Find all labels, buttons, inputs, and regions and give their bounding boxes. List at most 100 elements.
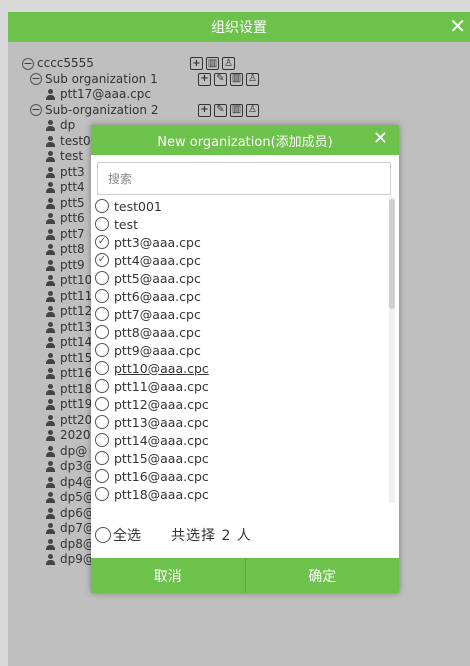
list-item[interactable]: test: [95, 215, 395, 233]
person-icon: [46, 197, 55, 209]
tree-label: dp5@: [60, 490, 95, 504]
person-icon: [46, 182, 55, 194]
list-item[interactable]: ptt9@aaa.cpc: [95, 341, 395, 359]
add-icon[interactable]: +: [198, 72, 211, 86]
confirm-button[interactable]: 确定: [244, 558, 399, 593]
list-item[interactable]: test001: [95, 197, 395, 215]
radio-icon[interactable]: [95, 379, 109, 393]
cancel-button[interactable]: 取消: [91, 558, 245, 593]
tree-org-row[interactable]: − cccc5555 + ▥ ♙: [22, 56, 235, 72]
list-item[interactable]: ptt12@aaa.cpc: [95, 395, 395, 413]
member-icon[interactable]: ♙: [222, 57, 235, 71]
radio-icon[interactable]: [95, 469, 109, 483]
tree-user-row[interactable]: ptt17@aaa.cpc: [22, 87, 158, 103]
dialog-footer: 取消 确定: [91, 558, 399, 593]
tree-label: ptt7: [60, 226, 85, 241]
radio-icon[interactable]: [95, 415, 109, 429]
tree-label: cccc5555: [37, 56, 94, 70]
list-item[interactable]: ptt13@aaa.cpc: [95, 413, 395, 431]
member-icon[interactable]: ♙: [246, 103, 259, 117]
list-item[interactable]: ✓ ptt3@aaa.cpc: [95, 233, 395, 251]
person-icon: [46, 259, 55, 271]
scrollbar-thumb[interactable]: [389, 199, 395, 309]
list-item-label: ptt16@aaa.cpc: [114, 468, 209, 484]
list-item[interactable]: ptt11@aaa.cpc: [95, 377, 395, 395]
person-icon: [46, 151, 55, 163]
tree-label: dp@: [60, 443, 88, 458]
collapse-icon[interactable]: −: [22, 57, 34, 70]
list-item[interactable]: ptt15@aaa.cpc: [95, 449, 395, 467]
radio-icon[interactable]: [95, 361, 109, 375]
list-item[interactable]: ptt16@aaa.cpc: [95, 467, 395, 485]
checked-radio-icon[interactable]: ✓: [95, 235, 109, 249]
list-item[interactable]: ptt8@aaa.cpc: [95, 323, 395, 341]
list-item-label: ptt3@aaa.cpc: [114, 234, 201, 250]
tree-label: ptt8: [60, 242, 85, 256]
person-icon: [46, 89, 55, 101]
person-icon: [46, 275, 55, 287]
list-item-label: test001: [114, 198, 162, 214]
close-icon[interactable]: ✕: [449, 15, 466, 37]
add-member-dialog: New organization(添加成员) ✕ test001 test ✓ ptt…: [91, 125, 399, 593]
list-item-label: ptt14@aaa.cpc: [114, 432, 209, 448]
radio-icon[interactable]: [95, 217, 109, 231]
tree-label: ptt4: [60, 180, 85, 194]
tree-label: ptt19: [60, 397, 93, 411]
list-item-label: ptt11@aaa.cpc: [114, 378, 209, 394]
tree-label: ptt10: [60, 273, 93, 287]
delete-icon[interactable]: ▥: [230, 72, 243, 86]
select-all-radio[interactable]: [95, 527, 111, 543]
radio-icon[interactable]: [95, 487, 109, 501]
radio-icon[interactable]: [95, 343, 109, 357]
person-icon: [46, 383, 55, 395]
collapse-icon[interactable]: −: [30, 73, 42, 86]
list-item-label: ptt8@aaa.cpc: [114, 324, 201, 340]
person-icon: [46, 476, 55, 488]
tree-org-row[interactable]: − Sub-organization 2 + ✎ ▥ ♙: [22, 103, 259, 119]
tree-label: test0: [60, 133, 91, 148]
tree-label: ptt11: [60, 288, 93, 303]
checked-radio-icon[interactable]: ✓: [95, 253, 109, 267]
person-icon: [46, 554, 55, 566]
radio-icon[interactable]: [95, 307, 109, 321]
radio-icon[interactable]: [95, 199, 109, 213]
tree-org-row[interactable]: − Sub organization 1 + ✎ ▥ ♙: [22, 72, 259, 88]
radio-icon[interactable]: [95, 433, 109, 447]
tree-label: ptt16: [60, 366, 93, 380]
member-icon[interactable]: ♙: [246, 72, 259, 86]
edit-icon[interactable]: ✎: [214, 103, 227, 117]
radio-icon[interactable]: [95, 325, 109, 339]
list-item-label: ptt9@aaa.cpc: [114, 342, 201, 358]
list-item[interactable]: ptt10@aaa.cpc: [95, 359, 395, 377]
edit-icon[interactable]: ✎: [214, 72, 227, 86]
person-icon: [46, 430, 55, 442]
member-list[interactable]: test001 test ✓ ptt3@aaa.cpc ✓ ptt4@aaa.cpc ptt…: [95, 197, 395, 503]
person-icon: [46, 213, 55, 225]
tree-label: ptt14: [60, 335, 93, 349]
delete-icon[interactable]: ▥: [230, 103, 243, 117]
list-item-label: ptt18@aaa.cpc: [114, 486, 209, 502]
list-item[interactable]: ptt7@aaa.cpc: [95, 305, 395, 323]
list-item[interactable]: ptt14@aaa.cpc: [95, 431, 395, 449]
list-item[interactable]: ptt18@aaa.cpc: [95, 485, 395, 503]
select-all-label[interactable]: 全选: [113, 525, 141, 545]
radio-icon[interactable]: [95, 451, 109, 465]
list-item[interactable]: ptt5@aaa.cpc: [95, 269, 395, 287]
person-icon: [46, 228, 55, 240]
radio-icon[interactable]: [95, 271, 109, 285]
add-icon[interactable]: +: [198, 103, 211, 117]
list-item-label: test: [114, 216, 139, 232]
tree-label: dp3@: [60, 459, 95, 473]
collapse-icon[interactable]: −: [30, 104, 42, 117]
delete-icon[interactable]: ▥: [206, 57, 219, 71]
search-input[interactable]: [97, 162, 391, 195]
radio-icon[interactable]: [95, 397, 109, 411]
org-settings-title: 组织设置: [211, 20, 267, 36]
radio-icon[interactable]: [95, 289, 109, 303]
person-icon: [46, 368, 55, 380]
list-item[interactable]: ptt6@aaa.cpc: [95, 287, 395, 305]
tree-label: ptt18: [60, 381, 93, 396]
add-icon[interactable]: +: [190, 57, 203, 71]
close-icon[interactable]: ✕: [373, 129, 388, 149]
list-item[interactable]: ✓ ptt4@aaa.cpc: [95, 251, 395, 269]
